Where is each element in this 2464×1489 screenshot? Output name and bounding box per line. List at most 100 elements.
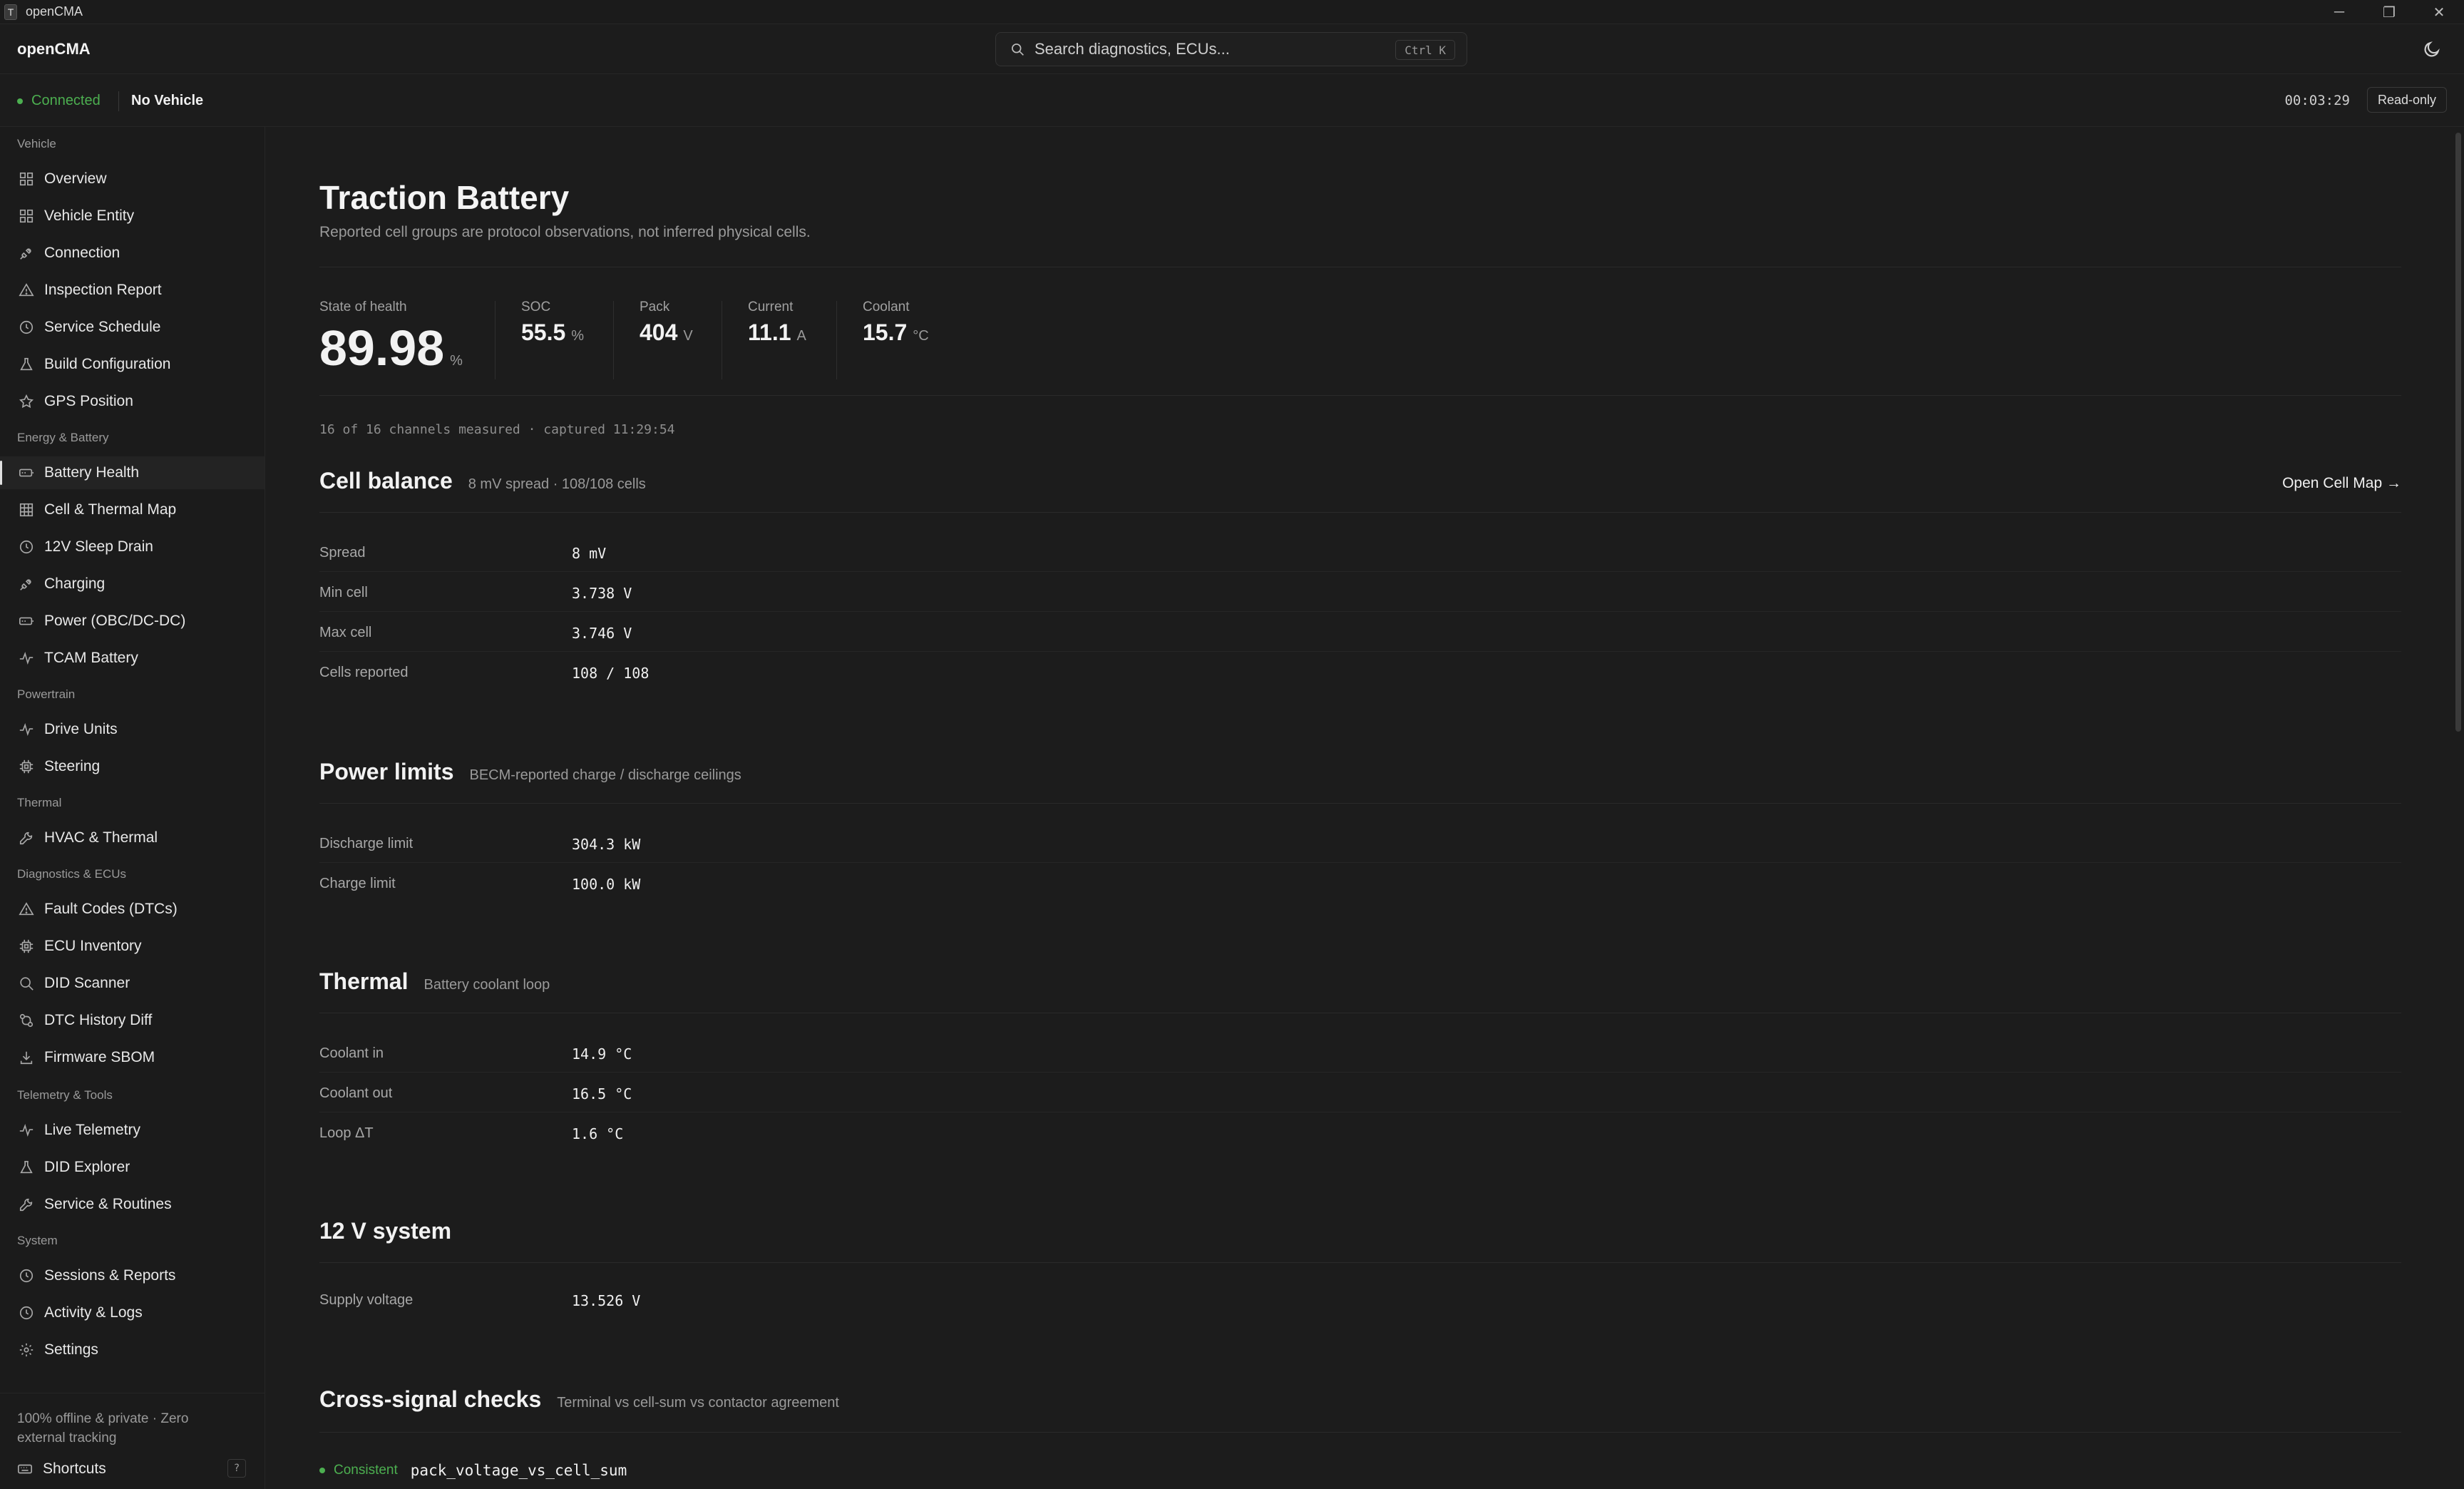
moon-icon[interactable] <box>2423 40 2441 58</box>
sidebar-item-label: Settings <box>44 1341 98 1358</box>
sidebar-item-build-configuration[interactable]: Build Configuration <box>0 348 265 381</box>
sidebar-item-settings[interactable]: Settings <box>0 1334 265 1366</box>
main-content: Traction Battery Reported cell groups ar… <box>265 127 2464 1489</box>
sidebar-item-cell-thermal-map[interactable]: Cell & Thermal Map <box>0 493 265 526</box>
activity-icon <box>19 651 34 665</box>
sidebar-item-activity-logs[interactable]: Activity & Logs <box>0 1296 265 1329</box>
metric-value-group: 15.7 °C <box>863 319 929 346</box>
shortcuts-label: Shortcuts <box>43 1460 106 1477</box>
search-icon <box>20 977 34 991</box>
sidebar-section-label: Powertrain <box>17 687 76 701</box>
sidebar-section-label: Energy & Battery <box>17 431 109 444</box>
metric-state-of-health: State of health 89.98 % <box>319 300 463 377</box>
wrench-icon <box>19 1198 33 1212</box>
section-title: 12 V system <box>319 1218 452 1244</box>
sidebar-section-label: System <box>17 1234 58 1247</box>
row-label: Min cell <box>319 585 368 600</box>
section-subtitle: BECM-reported charge / discharge ceiling… <box>469 767 741 783</box>
sidebar-item-label: DTC History Diff <box>44 1012 153 1028</box>
table-row: Max cell 3.746 V <box>319 612 2401 652</box>
scrollbar[interactable] <box>2455 133 2461 732</box>
section-subtitle: Terminal vs cell-sum vs contactor agreem… <box>557 1395 839 1411</box>
open-cell-map-link[interactable]: Open Cell Map → <box>2282 475 2401 492</box>
table-row: Discharge limit 304.3 kW <box>319 823 2401 863</box>
metric-unit: °C <box>913 328 929 344</box>
metric-label: SOC <box>521 300 551 314</box>
list-item: Consistent pack_voltage_vs_cell_sum <box>319 1462 627 1479</box>
sidebar-item-firmware-sbom[interactable]: Firmware SBOM <box>0 1041 265 1074</box>
table-icon <box>19 503 34 517</box>
vehicle-label: No Vehicle <box>131 93 204 108</box>
divider <box>495 301 496 379</box>
row-value: 3.738 V <box>572 585 632 602</box>
sidebar-item-label: Vehicle Entity <box>44 208 135 224</box>
sidebar-item-did-explorer[interactable]: DID Explorer <box>0 1151 265 1184</box>
sidebar-item-did-scanner[interactable]: DID Scanner <box>0 967 265 1000</box>
divider <box>118 91 119 111</box>
sidebar-item-inspection-report[interactable]: Inspection Report <box>0 274 265 307</box>
sidebar-item-label: Charging <box>44 575 106 592</box>
warning-icon <box>19 902 34 916</box>
sidebar-item-tcam-battery[interactable]: TCAM Battery <box>0 642 265 675</box>
read-only-badge: Read-only <box>2366 87 2447 113</box>
row-value: 8 mV <box>572 545 607 562</box>
help-key-badge[interactable]: ? <box>227 1459 246 1478</box>
battery-icon <box>19 469 34 477</box>
plug-icon <box>20 579 31 590</box>
metric-value: 11.1 <box>748 319 791 345</box>
grid-icon <box>19 209 34 223</box>
sidebar-item-vehicle-entity[interactable]: Vehicle Entity <box>0 200 265 232</box>
search-bar[interactable]: Search diagnostics, ECUs... Ctrl K <box>995 32 1467 66</box>
sidebar-item-label: GPS Position <box>44 393 133 409</box>
window-title: openCMA <box>26 4 83 19</box>
metric-label: Coolant <box>863 300 910 314</box>
metric-value-group: 404 V <box>640 319 693 346</box>
sidebar-item-ecu-inventory[interactable]: ECU Inventory <box>0 930 265 963</box>
metric-unit: V <box>683 328 693 344</box>
row-label: Coolant in <box>319 1045 384 1061</box>
search-placeholder[interactable]: Search diagnostics, ECUs... <box>1035 40 1230 58</box>
sidebar-item-label: Build Configuration <box>44 356 171 372</box>
metric-label: Current <box>748 300 794 314</box>
sidebar-item-steering[interactable]: Steering <box>0 750 265 783</box>
sidebar-item-hvac-thermal[interactable]: HVAC & Thermal <box>0 822 265 854</box>
sidebar-item-overview[interactable]: Overview <box>0 163 265 195</box>
sidebar-item-gps-position[interactable]: GPS Position <box>0 385 265 418</box>
clock-icon <box>19 1306 34 1320</box>
metric-label: Pack <box>640 300 670 314</box>
brand-logo[interactable]: openCMA <box>17 40 91 58</box>
sidebar-item-sessions-reports[interactable]: Sessions & Reports <box>0 1259 265 1292</box>
sidebar-item-connection[interactable]: Connection <box>0 237 265 270</box>
sidebar-item-label: DID Scanner <box>44 975 130 991</box>
plug-icon <box>20 248 31 260</box>
divider <box>613 301 614 379</box>
sidebar-item-charging[interactable]: Charging <box>0 568 265 600</box>
sidebar-item-power-obc-dcdc[interactable]: Power (OBC/DC-DC) <box>0 605 265 638</box>
close-button[interactable]: ✕ <box>2414 0 2464 24</box>
sidebar-item-12v-sleep-drain[interactable]: 12V Sleep Drain <box>0 531 265 563</box>
shortcuts-button[interactable]: Shortcuts <box>17 1460 106 1478</box>
row-value: 100.0 kW <box>572 876 641 893</box>
sidebar-item-service-routines[interactable]: Service & Routines <box>0 1188 265 1221</box>
search-icon <box>1012 44 1024 56</box>
sidebar-item-label: Drive Units <box>44 721 118 737</box>
sidebar-item-dtc-history-diff[interactable]: DTC History Diff <box>0 1004 265 1037</box>
sidebar-item-label: Activity & Logs <box>44 1304 143 1321</box>
clock-icon <box>19 1269 34 1283</box>
sidebar-item-service-schedule[interactable]: Service Schedule <box>0 311 265 344</box>
sidebar-item-drive-units[interactable]: Drive Units <box>0 713 265 746</box>
section-title: Cross-signal checks <box>319 1386 542 1412</box>
sidebar-item-fault-codes[interactable]: Fault Codes (DTCs) <box>0 893 265 926</box>
status-dot-icon <box>17 98 23 104</box>
divider <box>319 1262 2401 1263</box>
row-label: Spread <box>319 545 366 561</box>
divider <box>319 803 2401 804</box>
sidebar-item-live-telemetry[interactable]: Live Telemetry <box>0 1114 265 1147</box>
sidebar-item-battery-health[interactable]: Battery Health <box>0 456 265 489</box>
restore-button[interactable]: ❐ <box>2364 0 2414 24</box>
row-label: Max cell <box>319 625 372 640</box>
minimize-button[interactable]: ─ <box>2314 0 2364 24</box>
connection-label: Connected <box>31 93 101 108</box>
section-title-12v-system: 12 V system <box>319 1218 451 1244</box>
metric-coolant: Coolant 15.7 °C <box>863 300 929 346</box>
